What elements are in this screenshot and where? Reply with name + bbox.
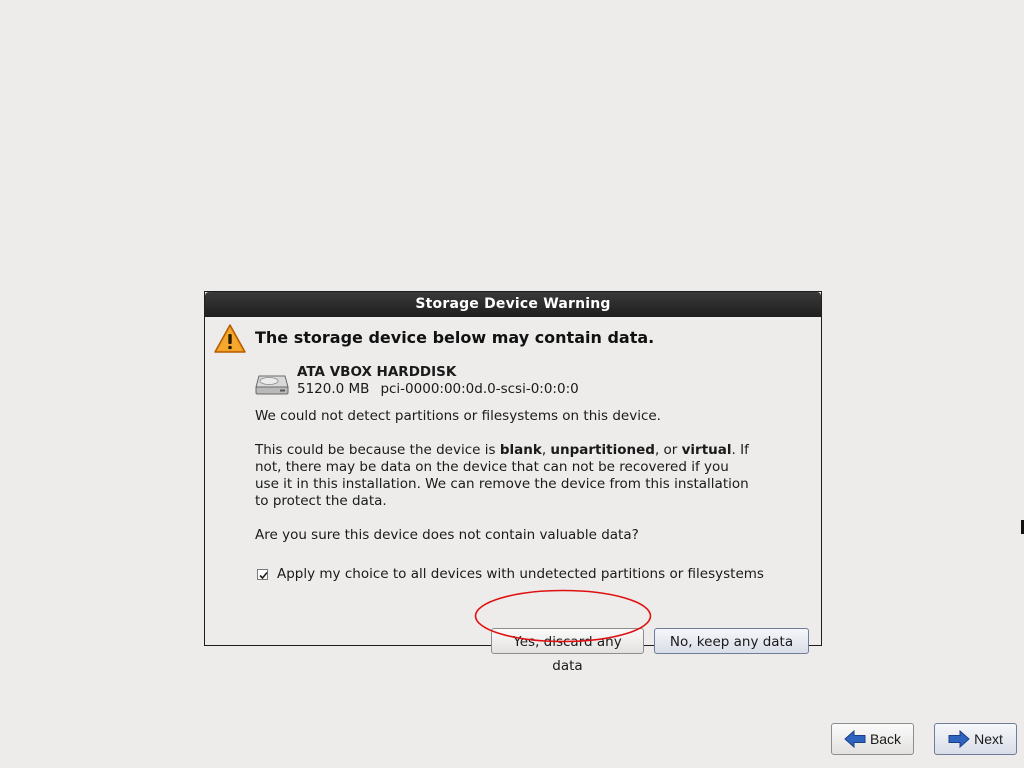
virtual-emphasis: virtual: [681, 442, 732, 458]
checkmark-icon: [259, 571, 268, 579]
apply-all-checkbox[interactable]: [257, 568, 268, 580]
apply-all-row[interactable]: Apply my choice to all devices with unde…: [257, 566, 764, 582]
storage-warning-dialog: Storage Device Warning The storage devic…: [204, 291, 822, 674]
no-partitions-text: We could not detect partitions or filesy…: [255, 408, 661, 424]
arrow-left-icon: [844, 729, 866, 749]
unpartitioned-emphasis: unpartitioned: [550, 442, 655, 458]
arrow-right-icon: [948, 729, 970, 749]
back-label: Back: [869, 731, 902, 747]
next-button[interactable]: Next: [934, 723, 1017, 755]
installer-screen: Storage Device Warning The storage devic…: [0, 0, 1024, 768]
warning-triangle-icon: [213, 323, 247, 355]
apply-all-label: Apply my choice to all devices with unde…: [277, 566, 764, 582]
device-name: ATA VBOX HARDDISK: [297, 364, 457, 380]
hard-disk-icon: [255, 370, 289, 396]
blank-emphasis: blank: [499, 442, 542, 458]
device-info: 5120.0 MB pci-0000:00:0d.0-scsi-0:0:0:0: [297, 381, 579, 397]
back-button[interactable]: Back: [831, 723, 914, 755]
dialog-title: Storage Device Warning: [205, 292, 821, 317]
dialog-heading: The storage device below may contain dat…: [255, 328, 655, 347]
explanation-text: This could be because the device is blan…: [255, 442, 749, 509]
discard-data-button[interactable]: Yes, discard any data: [491, 628, 644, 674]
device-size: 5120.0 MB: [297, 381, 370, 397]
dialog-body: The storage device below may contain dat…: [205, 317, 821, 674]
next-label: Next: [974, 731, 1003, 747]
keep-data-button[interactable]: No, keep any data: [654, 628, 809, 654]
confirmation-question: Are you sure this device does not contai…: [255, 527, 639, 543]
device-path: pci-0000:00:0d.0-scsi-0:0:0:0: [380, 381, 579, 397]
